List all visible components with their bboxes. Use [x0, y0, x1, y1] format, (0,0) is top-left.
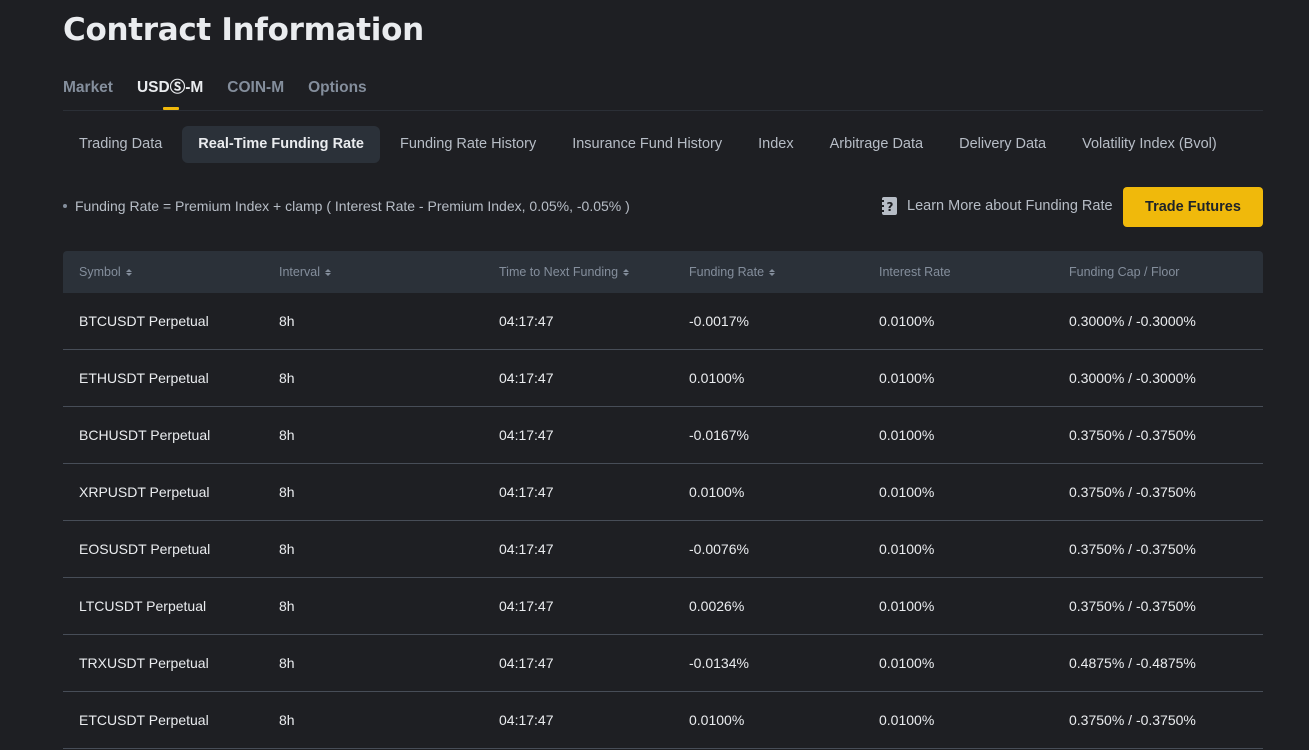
- cell-interest-rate: 0.0100%: [879, 484, 935, 500]
- tab-market[interactable]: Market: [63, 78, 113, 110]
- cell-time: 04:17:47: [499, 541, 554, 557]
- cell-interval: 8h: [279, 427, 295, 443]
- header-funding-rate[interactable]: Funding Rate: [673, 265, 863, 279]
- tab-volatility-index[interactable]: Volatility Index (Bvol): [1066, 126, 1233, 163]
- cell-interval: 8h: [279, 370, 295, 386]
- funding-rate-table: Symbol Interval Time to Next Funding Fun…: [63, 251, 1263, 749]
- table-row[interactable]: BTCUSDT Perpetual 8h 04:17:47 -0.0017% 0…: [63, 293, 1263, 350]
- sort-icon[interactable]: [125, 268, 132, 276]
- header-funding-rate-label: Funding Rate: [689, 265, 765, 279]
- cell-cap-floor: 0.3750% / -0.3750%: [1069, 427, 1196, 443]
- cell-interval: 8h: [279, 655, 295, 671]
- cell-cap-floor: 0.3750% / -0.3750%: [1069, 484, 1196, 500]
- table-row[interactable]: ETCUSDT Perpetual 8h 04:17:47 0.0100% 0.…: [63, 692, 1263, 749]
- table-row[interactable]: LTCUSDT Perpetual 8h 04:17:47 0.0026% 0.…: [63, 578, 1263, 635]
- header-time-label: Time to Next Funding: [499, 265, 619, 279]
- help-document-icon: ?: [881, 197, 897, 215]
- cell-time: 04:17:47: [499, 370, 554, 386]
- market-tabs: Market USDⓈ-M COIN-M Options: [63, 78, 1263, 111]
- cell-time: 04:17:47: [499, 313, 554, 329]
- tab-insurance-fund-history[interactable]: Insurance Fund History: [556, 126, 738, 163]
- learn-more-link[interactable]: ? Learn More about Funding Rate: [881, 196, 1113, 216]
- cell-interest-rate: 0.0100%: [879, 313, 935, 329]
- cell-interval: 8h: [279, 313, 295, 329]
- cell-cap-floor: 0.3750% / -0.3750%: [1069, 541, 1196, 557]
- data-sub-tabs: Trading Data Real-Time Funding Rate Fund…: [63, 126, 1237, 163]
- tab-options[interactable]: Options: [308, 78, 367, 110]
- table-row[interactable]: BCHUSDT Perpetual 8h 04:17:47 -0.0167% 0…: [63, 407, 1263, 464]
- cell-interest-rate: 0.0100%: [879, 712, 935, 728]
- table-header: Symbol Interval Time to Next Funding Fun…: [63, 251, 1263, 293]
- tab-coin-m[interactable]: COIN-M: [227, 78, 284, 110]
- cell-time: 04:17:47: [499, 598, 554, 614]
- formula-text: Funding Rate = Premium Index + clamp ( I…: [75, 198, 630, 214]
- tab-funding-rate-history[interactable]: Funding Rate History: [384, 126, 552, 163]
- cell-symbol: ETHUSDT Perpetual: [79, 370, 209, 386]
- cell-symbol: TRXUSDT Perpetual: [79, 655, 209, 671]
- funding-rate-formula: Funding Rate = Premium Index + clamp ( I…: [63, 198, 630, 214]
- header-funding-cap-floor: Funding Cap / Floor: [1053, 265, 1263, 279]
- header-symbol-label: Symbol: [79, 265, 121, 279]
- cell-interval: 8h: [279, 484, 295, 500]
- table-row[interactable]: EOSUSDT Perpetual 8h 04:17:47 -0.0076% 0…: [63, 521, 1263, 578]
- svg-text:?: ?: [887, 200, 894, 214]
- cell-cap-floor: 0.3000% / -0.3000%: [1069, 313, 1196, 329]
- cell-funding-rate: 0.0100%: [689, 712, 745, 728]
- tab-index[interactable]: Index: [742, 126, 809, 163]
- cell-funding-rate: 0.0026%: [689, 598, 745, 614]
- header-interval-label: Interval: [279, 265, 320, 279]
- cell-cap-floor: 0.3750% / -0.3750%: [1069, 712, 1196, 728]
- cell-time: 04:17:47: [499, 427, 554, 443]
- header-interest-rate: Interest Rate: [863, 265, 1053, 279]
- cell-time: 04:17:47: [499, 484, 554, 500]
- header-time-to-next-funding[interactable]: Time to Next Funding: [483, 265, 673, 279]
- cell-cap-floor: 0.3000% / -0.3000%: [1069, 370, 1196, 386]
- sort-icon[interactable]: [623, 268, 630, 276]
- cell-symbol: ETCUSDT Perpetual: [79, 712, 209, 728]
- cell-funding-rate: 0.0100%: [689, 370, 745, 386]
- header-symbol[interactable]: Symbol: [63, 265, 263, 279]
- bullet-dot: [63, 204, 67, 208]
- cell-interest-rate: 0.0100%: [879, 598, 935, 614]
- tab-arbitrage-data[interactable]: Arbitrage Data: [814, 126, 940, 163]
- cell-symbol: BCHUSDT Perpetual: [79, 427, 211, 443]
- header-interest-rate-label: Interest Rate: [879, 265, 951, 279]
- cell-symbol: BTCUSDT Perpetual: [79, 313, 209, 329]
- cell-symbol: XRPUSDT Perpetual: [79, 484, 210, 500]
- trade-futures-button[interactable]: Trade Futures: [1123, 187, 1263, 227]
- cell-funding-rate: -0.0134%: [689, 655, 749, 671]
- cell-funding-rate: -0.0167%: [689, 427, 749, 443]
- cell-interval: 8h: [279, 712, 295, 728]
- tab-delivery-data[interactable]: Delivery Data: [943, 126, 1062, 163]
- tab-usds-m[interactable]: USDⓈ-M: [137, 78, 203, 110]
- cell-interest-rate: 0.0100%: [879, 427, 935, 443]
- cell-cap-floor: 0.3750% / -0.3750%: [1069, 598, 1196, 614]
- cell-funding-rate: 0.0100%: [689, 484, 745, 500]
- tab-real-time-funding-rate[interactable]: Real-Time Funding Rate: [182, 126, 380, 163]
- cell-funding-rate: -0.0076%: [689, 541, 749, 557]
- header-cap-floor-label: Funding Cap / Floor: [1069, 265, 1180, 279]
- cell-symbol: LTCUSDT Perpetual: [79, 598, 207, 614]
- learn-more-label: Learn More about Funding Rate: [907, 198, 1113, 214]
- cell-interval: 8h: [279, 541, 295, 557]
- table-row[interactable]: ETHUSDT Perpetual 8h 04:17:47 0.0100% 0.…: [63, 350, 1263, 407]
- cell-symbol: EOSUSDT Perpetual: [79, 541, 211, 557]
- cell-time: 04:17:47: [499, 655, 554, 671]
- sort-icon[interactable]: [325, 268, 331, 276]
- cell-interest-rate: 0.0100%: [879, 370, 935, 386]
- header-interval[interactable]: Interval: [263, 265, 483, 279]
- cell-interest-rate: 0.0100%: [879, 655, 935, 671]
- cell-funding-rate: -0.0017%: [689, 313, 749, 329]
- table-row[interactable]: TRXUSDT Perpetual 8h 04:17:47 -0.0134% 0…: [63, 635, 1263, 692]
- page-title: Contract Information: [63, 12, 424, 48]
- cell-cap-floor: 0.4875% / -0.4875%: [1069, 655, 1196, 671]
- tab-trading-data[interactable]: Trading Data: [63, 126, 178, 163]
- cell-interval: 8h: [279, 598, 295, 614]
- sort-icon[interactable]: [769, 268, 776, 276]
- cell-interest-rate: 0.0100%: [879, 541, 935, 557]
- cell-time: 04:17:47: [499, 712, 554, 728]
- table-row[interactable]: XRPUSDT Perpetual 8h 04:17:47 0.0100% 0.…: [63, 464, 1263, 521]
